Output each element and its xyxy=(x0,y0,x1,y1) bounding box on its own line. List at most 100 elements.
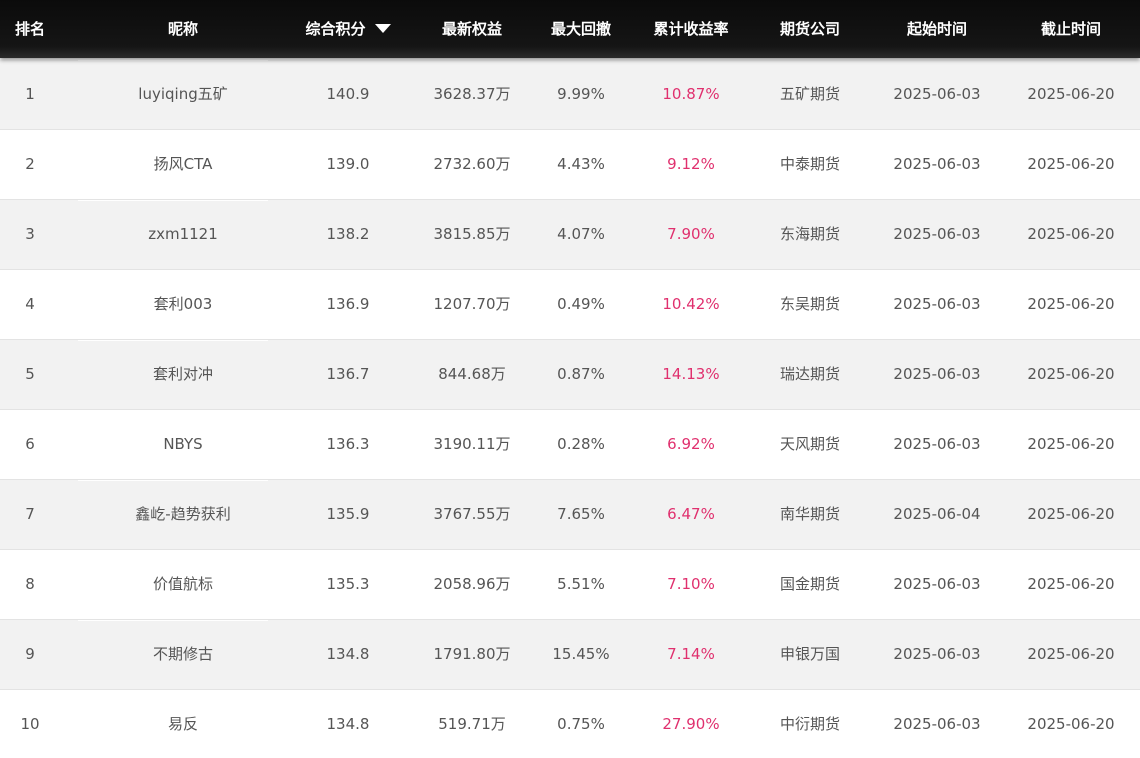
col-header-drawdown[interactable]: 最大回撤 xyxy=(530,0,632,58)
cell-equity: 519.71万 xyxy=(438,715,506,733)
cell-nickname[interactable]: 易反 xyxy=(92,690,274,758)
cell-start-date: 2025-06-03 xyxy=(893,575,981,593)
cell-return: 10.87% xyxy=(662,85,720,103)
cell-drawdown: 0.75% xyxy=(557,715,605,733)
cell-rank: 8 xyxy=(25,575,35,593)
col-header-score-label: 综合积分 xyxy=(305,20,366,38)
cell-end-date: 2025-06-20 xyxy=(1027,295,1115,313)
cell-equity: 3815.85万 xyxy=(433,225,511,243)
col-header-start[interactable]: 起始时间 xyxy=(872,0,1002,58)
cell-nickname[interactable]: 不期修古 xyxy=(92,620,274,689)
table-row[interactable]: 5 套利对冲 136.7 844.68万 0.87% 14.13% 瑞达期货 2025-06-… xyxy=(0,340,1140,410)
cell-return: 27.90% xyxy=(662,715,720,733)
table-row[interactable]: 1 luyiqing五矿 140.9 3628.37万 9.99% 10.87% 五矿期货 2… xyxy=(0,60,1140,130)
cell-rank: 1 xyxy=(25,85,35,103)
cell-company: 南华期货 xyxy=(779,505,840,523)
table-body: 1 luyiqing五矿 140.9 3628.37万 9.99% 10.87% 五矿期货 2… xyxy=(0,60,1140,758)
cell-drawdown: 7.65% xyxy=(557,505,605,523)
cell-nickname[interactable]: 鑫屹-趋势获利 xyxy=(92,480,274,549)
cell-score: 136.9 xyxy=(326,295,370,313)
table-row[interactable]: 3 zxm1121 138.2 3815.85万 4.07% 7.90% 东海期货 2025-… xyxy=(0,200,1140,270)
cell-rank: 10 xyxy=(20,715,40,733)
cell-drawdown: 4.07% xyxy=(557,225,605,243)
table-row[interactable]: 8 价值航标 135.3 2058.96万 5.51% 7.10% 国金期货 2025-06-… xyxy=(0,550,1140,620)
cell-return: 14.13% xyxy=(662,365,720,383)
col-header-end[interactable]: 截止时间 xyxy=(1006,0,1136,58)
cell-company: 东吴期货 xyxy=(779,295,840,313)
cell-rank: 7 xyxy=(25,505,35,523)
cell-equity: 3767.55万 xyxy=(433,505,511,523)
cell-score: 135.9 xyxy=(326,505,370,523)
cell-nickname[interactable]: zxm1121 xyxy=(92,200,274,269)
table-row[interactable]: 2 扬风CTA 139.0 2732.60万 4.43% 9.12% 中泰期货 2025-06… xyxy=(0,130,1140,200)
cell-end-date: 2025-06-20 xyxy=(1027,365,1115,383)
cell-rank: 4 xyxy=(25,295,35,313)
cell-start-date: 2025-06-03 xyxy=(893,155,981,173)
cell-start-date: 2025-06-04 xyxy=(893,505,981,523)
table-header: 排名 昵称 综合积分 最新权益 最大回撤 累计收益率 期货公司 起始时间 截止时… xyxy=(0,0,1140,58)
cell-return: 7.10% xyxy=(667,575,715,593)
cell-nickname[interactable]: 套利003 xyxy=(92,270,274,339)
cell-drawdown: 0.28% xyxy=(557,435,605,453)
cell-nickname[interactable]: 套利对冲 xyxy=(92,340,274,409)
cell-start-date: 2025-06-03 xyxy=(893,225,981,243)
col-header-equity[interactable]: 最新权益 xyxy=(414,0,530,58)
caret-down-icon[interactable] xyxy=(374,24,391,33)
cell-drawdown: 9.99% xyxy=(557,85,605,103)
cell-score: 136.3 xyxy=(326,435,370,453)
cell-return: 6.47% xyxy=(667,505,715,523)
cell-company: 中衍期货 xyxy=(779,715,840,733)
cell-score: 134.8 xyxy=(326,715,370,733)
cell-company: 五矿期货 xyxy=(779,85,840,103)
table-row[interactable]: 9 不期修古 134.8 1791.80万 15.45% 7.14% 申银万国 2025-06… xyxy=(0,620,1140,690)
cell-drawdown: 4.43% xyxy=(557,155,605,173)
table-row[interactable]: 6 NBYS 136.3 3190.11万 0.28% 6.92% 天风期货 2025-06-… xyxy=(0,410,1140,480)
cell-drawdown: 0.87% xyxy=(557,365,605,383)
cell-end-date: 2025-06-20 xyxy=(1027,645,1115,663)
cell-score: 140.9 xyxy=(326,85,370,103)
cell-equity: 1791.80万 xyxy=(433,645,511,663)
cell-nickname[interactable]: luyiqing五矿 xyxy=(92,60,274,129)
cell-end-date: 2025-06-20 xyxy=(1027,715,1115,733)
cell-end-date: 2025-06-20 xyxy=(1027,225,1115,243)
cell-rank: 5 xyxy=(25,365,35,383)
cell-rank: 9 xyxy=(25,645,35,663)
cell-return: 9.12% xyxy=(667,155,715,173)
cell-company: 申银万国 xyxy=(779,645,840,663)
cell-company: 天风期货 xyxy=(779,435,840,453)
cell-drawdown: 5.51% xyxy=(557,575,605,593)
cell-return: 7.14% xyxy=(667,645,715,663)
col-header-return[interactable]: 累计收益率 xyxy=(640,0,742,58)
cell-company: 国金期货 xyxy=(779,575,840,593)
cell-end-date: 2025-06-20 xyxy=(1027,435,1115,453)
col-header-company[interactable]: 期货公司 xyxy=(750,0,870,58)
cell-rank: 2 xyxy=(25,155,35,173)
cell-rank: 3 xyxy=(25,225,35,243)
cell-equity: 2058.96万 xyxy=(433,575,511,593)
col-header-nickname[interactable]: 昵称 xyxy=(92,0,274,58)
cell-score: 134.8 xyxy=(326,645,370,663)
cell-end-date: 2025-06-20 xyxy=(1027,575,1115,593)
cell-end-date: 2025-06-20 xyxy=(1027,505,1115,523)
table-row[interactable]: 4 套利003 136.9 1207.70万 0.49% 10.42% 东吴期货 2025-0… xyxy=(0,270,1140,340)
cell-company: 东海期货 xyxy=(779,225,840,243)
cell-drawdown: 15.45% xyxy=(552,645,610,663)
cell-rank: 6 xyxy=(25,435,35,453)
col-header-rank[interactable]: 排名 xyxy=(0,0,60,58)
cell-nickname[interactable]: 价值航标 xyxy=(92,550,274,619)
cell-start-date: 2025-06-03 xyxy=(893,85,981,103)
col-header-score[interactable]: 综合积分 xyxy=(290,0,406,58)
cell-end-date: 2025-06-20 xyxy=(1027,85,1115,103)
cell-equity: 844.68万 xyxy=(438,365,506,383)
cell-equity: 3628.37万 xyxy=(433,85,511,103)
cell-start-date: 2025-06-03 xyxy=(893,645,981,663)
table-row[interactable]: 10 易反 134.8 519.71万 0.75% 27.90% 中衍期货 2025-06-0… xyxy=(0,690,1140,758)
cell-score: 135.3 xyxy=(326,575,370,593)
cell-score: 138.2 xyxy=(326,225,370,243)
cell-equity: 1207.70万 xyxy=(433,295,511,313)
cell-start-date: 2025-06-03 xyxy=(893,295,981,313)
table-row[interactable]: 7 鑫屹-趋势获利 135.9 3767.55万 7.65% 6.47% 南华期货 2025-… xyxy=(0,480,1140,550)
cell-equity: 2732.60万 xyxy=(433,155,511,173)
cell-nickname[interactable]: 扬风CTA xyxy=(92,130,274,199)
cell-nickname[interactable]: NBYS xyxy=(92,410,274,479)
